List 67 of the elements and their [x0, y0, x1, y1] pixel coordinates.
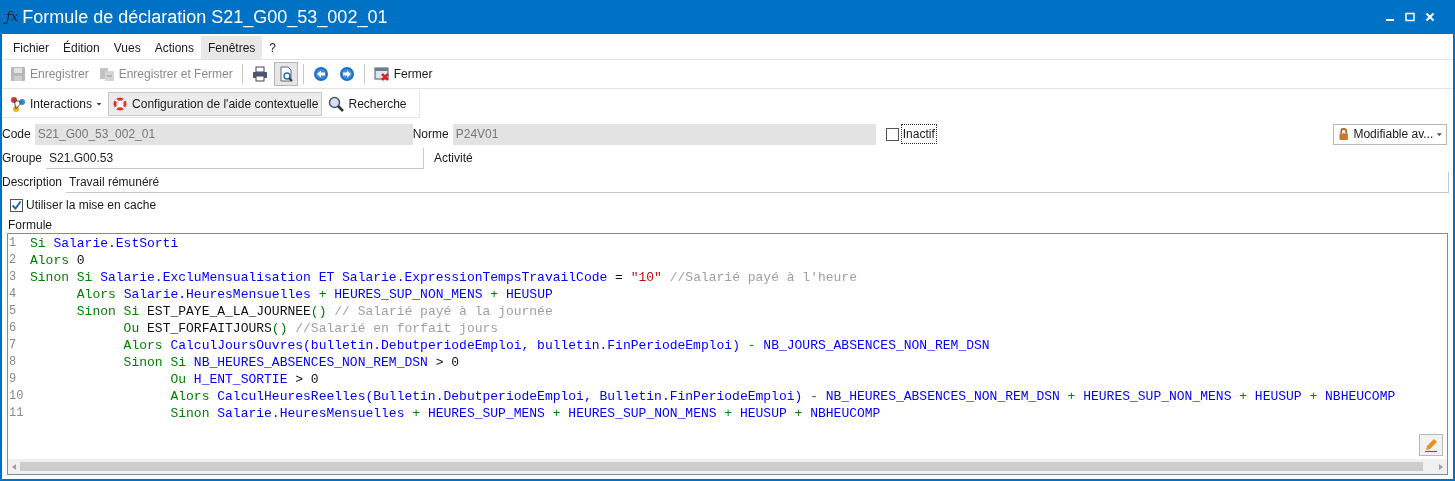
caret-icon: [96, 100, 103, 107]
right-arrow-icon: [338, 66, 355, 82]
line-number: 8: [8, 354, 18, 371]
input-field[interactable]: S21.G00.53: [46, 147, 425, 169]
field-label: Groupe: [2, 150, 44, 167]
field-label: Activité: [434, 150, 473, 167]
code-line: Sinon Si Salarie.ExcluMensualisation ET Salarie.ExpressionTempsTravailCode = "10" //Salarié payé à l'heure: [30, 269, 857, 286]
lock-icon: [1337, 127, 1351, 141]
lifebuoy-icon: [112, 95, 129, 112]
code-line: Ou EST_FORFAITJOURS() //Salarié en forfait jours: [122, 320, 499, 337]
code-line: Alors Salarie.HeuresMensuelles + HEURES_SUP_NON_MENS + HEUSUP: [75, 286, 553, 303]
field-label: Code: [2, 126, 32, 143]
line-number: 7: [8, 337, 18, 354]
line-number: 6: [8, 320, 18, 337]
interactions-button[interactable]: Interactions: [6, 91, 107, 116]
checkbox[interactable]: [10, 198, 23, 212]
search-icon: [328, 95, 345, 112]
access-dropdown[interactable]: Modifiable av...: [1333, 123, 1447, 145]
code-line: Sinon Si EST_PAYE_A_LA_JOURNEE() // Salarié payé à la journée: [75, 303, 553, 320]
preview-button[interactable]: [273, 62, 298, 86]
help-button[interactable]: Configuration de l'aide contextuelle: [108, 91, 323, 116]
search-button[interactable]: Recherche: [324, 91, 411, 116]
code-line: Ou H_ENT_SORTIE > 0: [169, 371, 319, 388]
code-line: Sinon Si NB_HEURES_ABSENCES_NON_REM_DSN > 0: [122, 354, 460, 371]
line-number: 9: [8, 371, 18, 388]
code-line: Si Salarie.EstSorti: [30, 235, 179, 252]
maximize-icon[interactable]: [1405, 12, 1415, 22]
horizontal-scrollbar[interactable]: [8, 459, 1447, 474]
document-stack-icon: [98, 66, 115, 82]
document-magnifier-icon: [277, 66, 294, 82]
menu-item[interactable]: Actions: [147, 36, 201, 59]
line-number: 11: [8, 405, 25, 422]
network-icon: [10, 95, 26, 112]
code-line: Sinon Salarie.HeuresMensuelles + HEURES_SUP_MENS + HEURES_SUP_NON_MENS + HEUSUP + NBHEUCOMP: [169, 405, 881, 422]
scrollbar-thumb[interactable]: [20, 462, 1423, 471]
menu-item[interactable]: Édition: [56, 36, 107, 59]
line-number: 5: [8, 303, 18, 320]
printer-icon: [251, 66, 268, 82]
menu-item[interactable]: ?: [262, 36, 284, 59]
checkbox-label[interactable]: Inactif: [900, 124, 937, 144]
field-label: Description: [2, 174, 64, 191]
section-label: Formule: [8, 216, 52, 234]
edit-button[interactable]: [1419, 434, 1443, 456]
code-line: Alors CalculJoursOuvres(bulletin.DebutperiodeEmploi, bulletin.FinPeriodeEmploi) - NB_JOURS_ABSENCES_NON_REM_DSN: [122, 337, 990, 354]
menu-item[interactable]: Fenêtres: [201, 36, 263, 59]
line-number: 10: [8, 388, 25, 405]
dropdown-value: Modifiable av...: [1353, 126, 1434, 143]
line-number: 2: [8, 252, 18, 269]
close-icon[interactable]: [1425, 12, 1435, 22]
close-button[interactable]: Fermer: [369, 62, 437, 86]
caret-icon: [1436, 130, 1443, 138]
window-close-icon: [373, 66, 390, 82]
code-line: Alors 0: [30, 252, 85, 269]
left-arrow-icon: [312, 66, 329, 82]
input-field[interactable]: Travail rémunéré: [66, 171, 1450, 193]
checkbox-label[interactable]: Utiliser la mise en cache: [26, 196, 157, 214]
code-line: Alors CalculHeuresReelles(Bulletin.DebutperiodeEmploi, Bulletin.FinPeriodeEmploi) - NB_HEURES_ABSENCES_NON_REM_DSN + HEURES_SUP_NON_MENS + HEUSUP + NBHEUCOMP: [169, 388, 1396, 405]
field-label: Norme: [412, 126, 450, 143]
checkbox[interactable]: [885, 127, 899, 141]
floppy-icon: [10, 66, 26, 82]
line-number: 3: [8, 269, 18, 286]
pencil-icon: [1423, 437, 1439, 453]
menu-item[interactable]: Fichier: [6, 36, 56, 59]
menu-item[interactable]: Vues: [106, 36, 148, 59]
window-title: Formule de déclaration S21_G00_53_002_01: [22, 5, 388, 30]
line-number: 4: [8, 286, 18, 303]
line-number: 1: [8, 235, 18, 252]
